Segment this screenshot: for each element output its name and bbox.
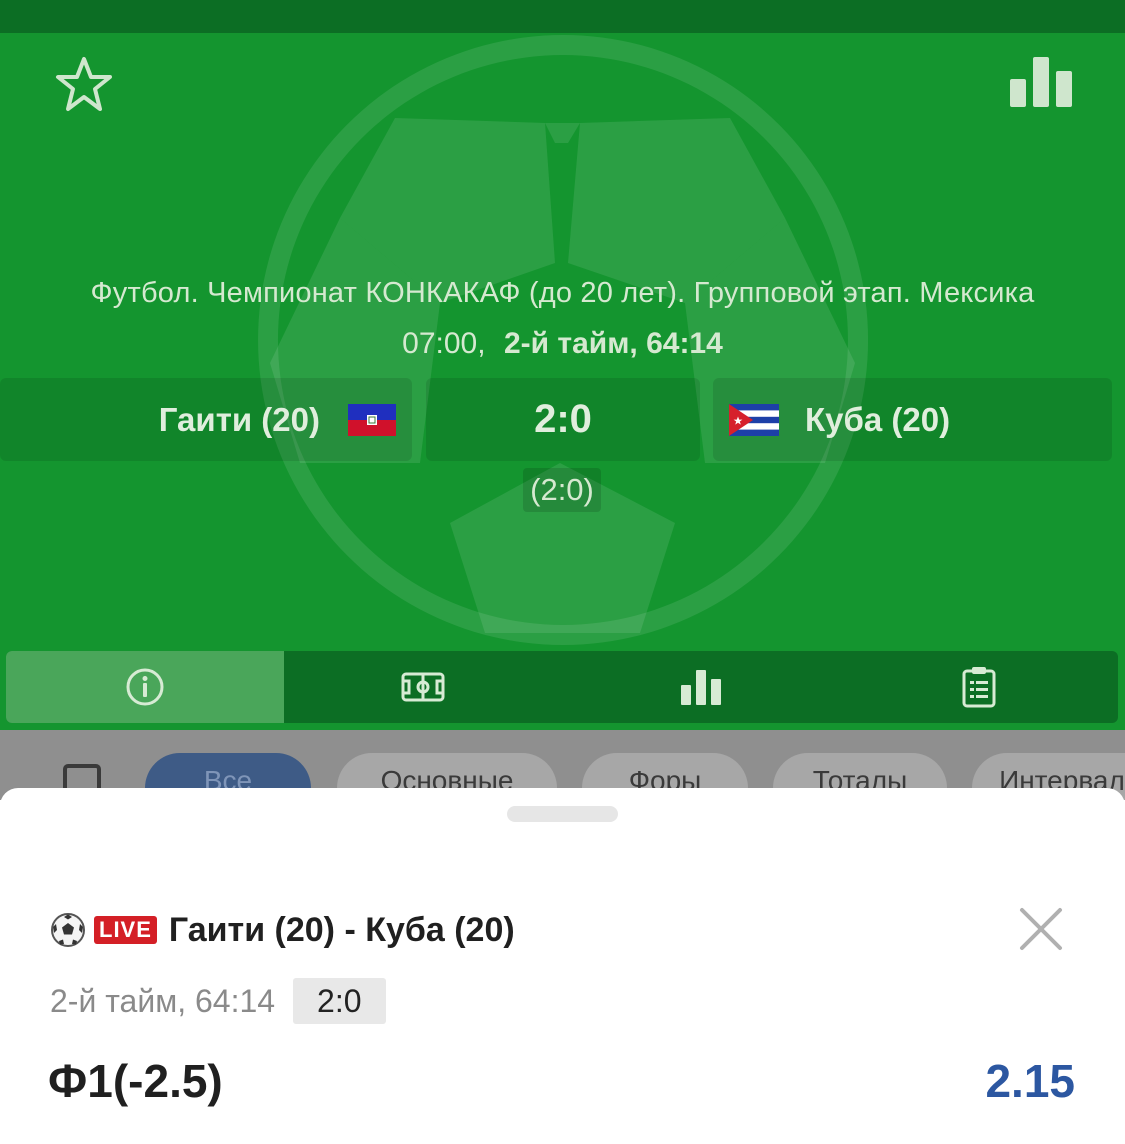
bet-period: 2-й тайм, 64:14 <box>50 982 276 1019</box>
field-icon <box>401 672 445 702</box>
league-title: Футбол. Чемпионат КОНКАКАФ (до 20 лет). … <box>90 277 1035 309</box>
status-bar <box>0 0 1125 33</box>
soccer-ball-icon <box>51 913 85 947</box>
statistics-icon[interactable] <box>1008 55 1074 107</box>
cuba-flag-icon <box>729 403 779 436</box>
match-header: Футбол. Чемпионат КОНКАКАФ (до 20 лет). … <box>0 33 1125 730</box>
tab-field[interactable] <box>284 651 562 723</box>
main-score: 2:0 <box>426 378 700 461</box>
bet-slip-sheet: LIVE Гаити (20) - Куба (20) 2-й тайм, 64… <box>0 788 1125 1144</box>
favorite-star-icon[interactable] <box>52 53 116 117</box>
match-period: 2-й тайм, 64:14 <box>503 327 723 360</box>
haiti-flag-icon <box>348 403 396 436</box>
bar-chart-icon <box>681 670 721 705</box>
bet-odds[interactable]: 2.15 <box>985 1054 1075 1108</box>
tab-info[interactable] <box>6 651 284 723</box>
close-icon[interactable] <box>1018 906 1064 952</box>
tab-lineups[interactable] <box>840 651 1118 723</box>
tab-statistics[interactable] <box>562 651 840 723</box>
drag-handle[interactable] <box>507 806 618 822</box>
bet-selection: Ф1(-2.5) <box>48 1055 223 1107</box>
away-team-name: Куба (20) <box>805 400 951 438</box>
match-tabs <box>6 651 1118 723</box>
away-team[interactable]: Куба (20) <box>713 378 1112 461</box>
bet-period-line: 2-й тайм, 64:14 2:0 <box>50 978 386 1024</box>
home-team-name: Гаити (20) <box>158 400 320 438</box>
info-icon <box>126 668 164 706</box>
live-badge: LIVE <box>94 916 157 944</box>
event-line: LIVE Гаити (20) - Куба (20) <box>50 908 515 952</box>
home-team[interactable]: Гаити (20) <box>0 378 412 461</box>
bet-match-name: Гаити (20) - Куба (20) <box>168 910 515 949</box>
start-time: 07:00, <box>402 327 486 360</box>
clipboard-list-icon <box>962 667 996 708</box>
half-time-score: (2:0) <box>523 468 601 512</box>
match-time: 07:00, 2-й тайм, 64:14 <box>0 327 1125 361</box>
bet-score-chip: 2:0 <box>293 978 386 1024</box>
